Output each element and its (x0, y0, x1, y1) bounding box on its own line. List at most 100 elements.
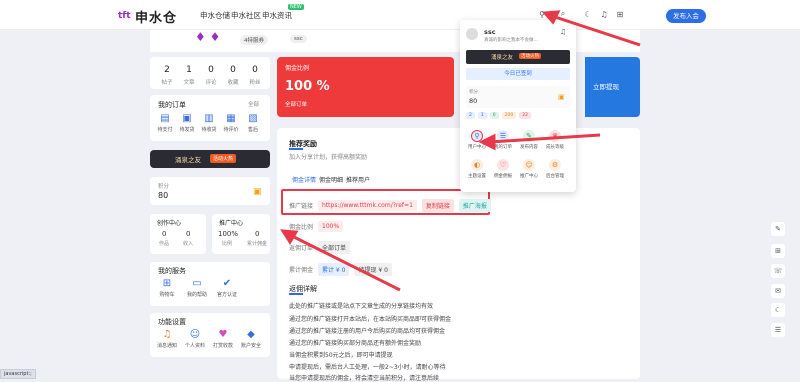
service-verify[interactable]: ✔ 官方认证 (214, 278, 240, 298)
review-icon: ▦ (226, 113, 236, 124)
popup-desc: 真诚的影响之我本不会做... (484, 38, 538, 43)
orders-value: 全部订单 (318, 241, 351, 254)
user-icon[interactable]: ⚲ (536, 8, 548, 20)
stat-posts[interactable]: 2 帖子 (157, 65, 177, 86)
orders-all-link[interactable]: 全部 (248, 100, 259, 108)
setting-label: 消息通知 (156, 343, 177, 349)
stat-fans[interactable]: 0 粉丝 (245, 65, 265, 86)
order-pending-receive[interactable]: ▥ 待收货 (198, 113, 220, 133)
rules-underline (289, 293, 303, 295)
wallet-icon: ▤ (160, 113, 170, 124)
float-cart-icon[interactable]: ⊞ (771, 244, 785, 258)
creator-income-value: 0 (186, 230, 191, 238)
rule-item: 当您申请提现后的佣金，将会清空当前积分，请注意后续 (289, 375, 440, 382)
stat-favorites[interactable]: 0 收藏 (223, 65, 243, 86)
tab-referred-users[interactable]: 推荐用户 (346, 175, 370, 184)
popup-theme[interactable]: ◐ 主题设置 (466, 159, 488, 179)
rule-item: 此处的推广链接或是站点下文章生成的分享链接均有效 (289, 303, 434, 310)
stat-comments[interactable]: 0 评论 (201, 65, 221, 86)
stat-label: 文章 (183, 80, 195, 86)
services-title: 我的服务 (158, 267, 186, 275)
float-theme-icon[interactable]: ☾ (771, 303, 785, 317)
service-cart[interactable]: ⊞ 购物车 (154, 278, 180, 298)
float-service-icon[interactable]: ☏ (771, 264, 785, 278)
stat-articles[interactable]: 1 文章 (179, 65, 199, 86)
counter-badge[interactable]: 22 (519, 112, 531, 119)
tab-commission-detail[interactable]: 佣金详情 (292, 175, 316, 184)
referral-main-card: 推荐奖励 加入分享计划，获得高额奖励 佣金详情 佣金明细 推荐用户 推广链接 h… (277, 128, 640, 382)
vip-card[interactable]: 涌泉之友 活动火热 (150, 150, 270, 168)
commission-card: 佣金比例 100 % 全部订单 (277, 57, 454, 117)
popup-points: 积分 80 ▣ (466, 86, 570, 108)
order-pending-ship[interactable]: ▣ 待发货 (176, 113, 198, 133)
float-menu-icon[interactable]: ☰ (771, 323, 785, 337)
commission-label: 佣金比例 (285, 65, 310, 72)
popup-bell-icon[interactable]: ♫ (560, 28, 566, 36)
poster-button[interactable]: 推广海报 (458, 199, 491, 212)
float-chat-icon[interactable]: ✉ (771, 284, 785, 298)
edit-icon: ✎ (523, 130, 535, 142)
popup-promo-center[interactable]: ☺ 推广中心 (518, 159, 540, 179)
grid-label: 用户中心 (468, 145, 486, 150)
counter-badge[interactable]: 2 (466, 112, 475, 119)
signin-button[interactable]: 今日已签到 (466, 68, 570, 80)
grid-label: 后台管理 (546, 174, 564, 179)
service-label: 官方认证 (216, 292, 237, 298)
orders-card: 我的订单 全部 ▤ 待支付 ▣ 待发货 ▥ 待收货 ▦ 待评价 ▧ 售后 (150, 95, 270, 141)
settings-card: 功能设置 ♫ 消息通知 ☺ 个人资料 ♥ 打赏收款 ◆ 账户安全 (150, 313, 270, 357)
setting-profile[interactable]: ☺ 个人资料 (182, 329, 208, 349)
cart-icon[interactable]: ⊞ (614, 8, 626, 20)
order-pending-pay[interactable]: ▤ 待支付 (154, 113, 176, 133)
order-after-sale[interactable]: ▧ 售后 (242, 113, 264, 133)
site-logo[interactable]: tft 申水仓 (118, 7, 177, 26)
title-underline (289, 148, 303, 150)
counter-badge[interactable]: 0 (489, 112, 499, 119)
publish-button[interactable]: 发布入会 (666, 9, 706, 23)
order-pending-review[interactable]: ▦ 待评价 (220, 113, 242, 133)
search-icon[interactable]: ⌕ (557, 8, 569, 20)
shield-icon: ◆ (247, 329, 255, 340)
service-help[interactable]: ▭ 我的帮助 (184, 278, 210, 298)
setting-label: 打赏收款 (212, 343, 233, 349)
theme-moon-icon[interactable]: ☾ (582, 8, 594, 20)
popup-my-orders[interactable]: ☰ 我的订单 (492, 130, 514, 150)
popup-admin[interactable]: ⚙ 后台管理 (544, 159, 566, 179)
logo-mark-icon: tft (118, 11, 131, 21)
new-badge: NEW (288, 4, 304, 10)
tab-commission-records[interactable]: 佣金明细 (319, 175, 343, 184)
theme-icon: ◐ (471, 159, 483, 171)
popup-level[interactable]: ♛ 成长等级 (544, 130, 566, 150)
setting-reward[interactable]: ♥ 打赏收款 (210, 329, 236, 349)
bell-icon: ♫ (162, 329, 172, 340)
truck-icon: ▥ (204, 113, 214, 124)
nav-item-news[interactable]: 申水资讯 NEW (262, 4, 304, 21)
setting-notify[interactable]: ♫ 消息通知 (154, 329, 180, 349)
nav-item-community[interactable]: 申水社区 (231, 10, 261, 21)
withdraw-button[interactable]: 立即提现 (593, 81, 619, 91)
ratio-label: 佣金比例 (289, 224, 314, 231)
promo-ratio-value: 100% (218, 230, 239, 238)
popup-favorites[interactable]: ♡ 佣金佣报 (492, 159, 514, 179)
nav-item-storage[interactable]: 申水仓储 (200, 10, 230, 21)
popup-username[interactable]: ssc (484, 28, 496, 36)
popup-publish[interactable]: ✎ 发布内容 (518, 130, 540, 150)
grid-label: 成长等级 (546, 145, 564, 150)
setting-label: 账户安全 (240, 343, 261, 349)
referral-link[interactable]: https://www.tttmk.com/?ref=1 (318, 200, 417, 211)
counter-badge[interactable]: 200 (501, 112, 517, 119)
stat-label: 评论 (205, 80, 217, 86)
float-edit-icon[interactable]: ✎ (771, 222, 785, 236)
popup-user-center[interactable]: ⚲ 用户中心 (466, 130, 488, 150)
promo-center-card[interactable]: 推广中心 100% 比例 0 累计佣金 (212, 214, 270, 254)
counter-badge[interactable]: 1 (477, 112, 487, 119)
creator-center-card[interactable]: 创作中心 0 作品 0 收入 (150, 214, 206, 254)
promo-ratio-label: 比例 (222, 241, 233, 247)
bell-icon[interactable]: ♫ (598, 8, 610, 20)
promo-icon: ☺ (523, 159, 535, 171)
copy-link-button[interactable]: 复制链接 (421, 199, 454, 212)
avatar[interactable] (466, 28, 478, 40)
promo-total-label: 累计佣金 (247, 241, 268, 247)
setting-security[interactable]: ◆ 账户安全 (238, 329, 264, 349)
popup-vip-card[interactable]: 涌泉之友 活动火热 (466, 50, 570, 64)
vip-badge: 活动火热 (210, 154, 237, 163)
